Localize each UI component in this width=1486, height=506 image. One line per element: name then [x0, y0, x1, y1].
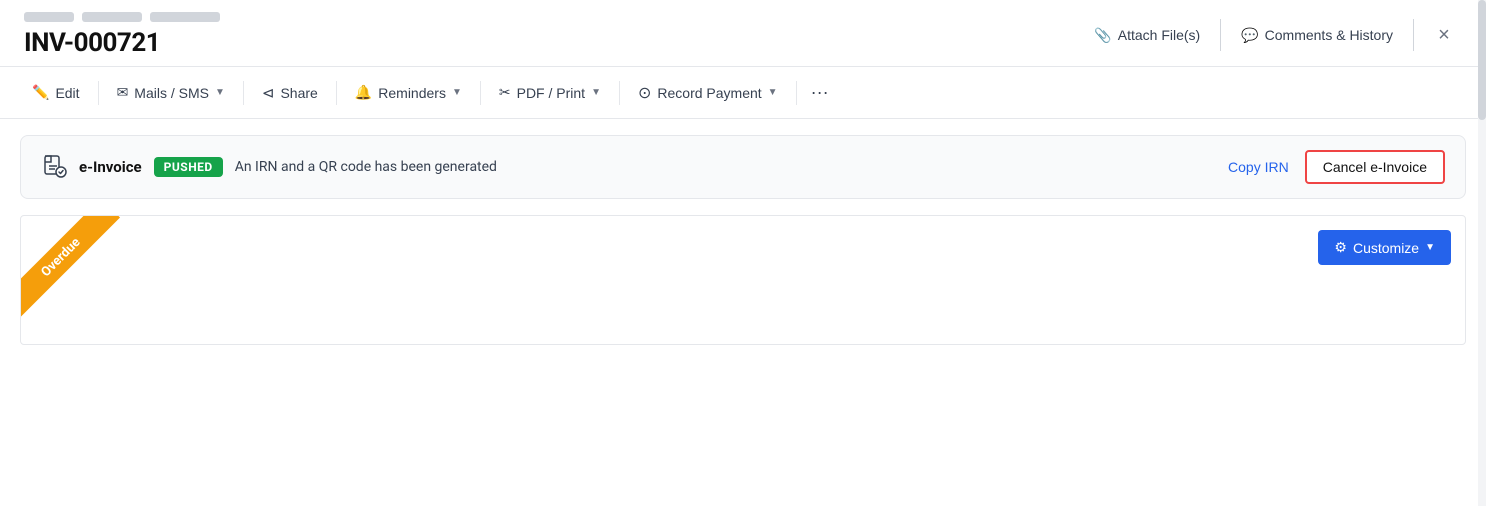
einvoice-label: e-Invoice [79, 158, 142, 176]
share-label: Share [280, 85, 317, 101]
edit-button[interactable]: ✏️ Edit [16, 67, 96, 118]
customize-button[interactable]: ⚙ Customize ▼ [1318, 230, 1451, 265]
reminders-label: Reminders [378, 85, 446, 101]
pdf-print-label: PDF / Print [517, 85, 585, 101]
content-area: Overdue ⚙ Customize ▼ [20, 215, 1466, 345]
edit-label: Edit [55, 85, 79, 101]
pdf-print-button[interactable]: ✂ PDF / Print ▼ [483, 67, 617, 118]
scrollbar[interactable] [1478, 0, 1486, 506]
reminders-dropdown-arrow: ▼ [452, 87, 462, 98]
share-icon: ⊲ [262, 84, 275, 102]
bell-icon: 🔔 [355, 84, 372, 101]
pushed-badge: PUSHED [154, 157, 223, 177]
toolbar-sep-5 [619, 81, 620, 105]
mails-sms-button[interactable]: ✉ Mails / SMS ▼ [101, 67, 241, 118]
pdf-print-dropdown-arrow: ▼ [591, 87, 601, 98]
close-button[interactable]: × [1426, 17, 1462, 53]
record-payment-button[interactable]: ⊙ Record Payment ▼ [622, 67, 794, 118]
gear-icon: ⚙ [1334, 239, 1347, 256]
header-right: 📎 Attach File(s) 💬 Comments & History × [1078, 17, 1462, 53]
edit-icon: ✏️ [32, 84, 49, 101]
record-payment-label: Record Payment [657, 85, 761, 101]
einvoice-bar: e-Invoice PUSHED An IRN and a QR code ha… [20, 135, 1466, 199]
header-left: INV-000721 [24, 12, 220, 58]
share-button[interactable]: ⊲ Share [246, 67, 334, 118]
customize-label: Customize [1353, 240, 1419, 256]
overdue-ribbon: Overdue [21, 216, 141, 336]
invoice-title: INV-000721 [24, 28, 220, 58]
attach-files-label: Attach File(s) [1118, 27, 1200, 43]
invoice-card: Overdue ⚙ Customize ▼ [20, 215, 1466, 345]
cancel-einvoice-button[interactable]: Cancel e-Invoice [1305, 150, 1445, 184]
record-payment-dropdown-arrow: ▼ [768, 87, 778, 98]
breadcrumb-item-3 [150, 12, 220, 22]
breadcrumb-item-2 [82, 12, 142, 22]
attach-files-button[interactable]: 📎 Attach File(s) [1078, 19, 1216, 52]
mail-icon: ✉ [117, 84, 129, 101]
scrollbar-thumb[interactable] [1478, 0, 1486, 120]
toolbar-sep-3 [336, 81, 337, 105]
close-icon: × [1438, 24, 1450, 47]
toolbar-sep-2 [243, 81, 244, 105]
header-top: INV-000721 📎 Attach File(s) 💬 Comments &… [0, 0, 1486, 67]
overdue-label: Overdue [21, 216, 120, 317]
header-divider-2 [1413, 19, 1414, 51]
toolbar-sep-1 [98, 81, 99, 105]
more-icon: ··· [811, 82, 829, 103]
einvoice-icon [41, 154, 67, 180]
toolbar-sep-6 [796, 81, 797, 105]
payment-icon: ⊙ [638, 83, 651, 103]
comments-history-label: Comments & History [1265, 27, 1393, 43]
breadcrumb-area [24, 12, 220, 22]
more-options-button[interactable]: ··· [799, 74, 841, 111]
mails-sms-label: Mails / SMS [134, 85, 209, 101]
copy-irn-button[interactable]: Copy IRN [1224, 159, 1293, 175]
cancel-einvoice-label: Cancel e-Invoice [1323, 159, 1427, 175]
customize-dropdown-arrow: ▼ [1425, 242, 1435, 253]
pdf-icon: ✂ [499, 84, 511, 101]
reminders-button[interactable]: 🔔 Reminders ▼ [339, 67, 478, 118]
comments-history-button[interactable]: 💬 Comments & History [1225, 19, 1409, 52]
comment-icon: 💬 [1241, 27, 1258, 44]
copy-irn-label: Copy IRN [1228, 159, 1289, 175]
toolbar: ✏️ Edit ✉ Mails / SMS ▼ ⊲ Share 🔔 Remind… [0, 67, 1486, 119]
einvoice-message: An IRN and a QR code has been generated [235, 159, 1212, 175]
toolbar-sep-4 [480, 81, 481, 105]
breadcrumb-item-1 [24, 12, 74, 22]
paperclip-icon: 📎 [1094, 27, 1111, 44]
header-divider [1220, 19, 1221, 51]
mails-sms-dropdown-arrow: ▼ [215, 87, 225, 98]
